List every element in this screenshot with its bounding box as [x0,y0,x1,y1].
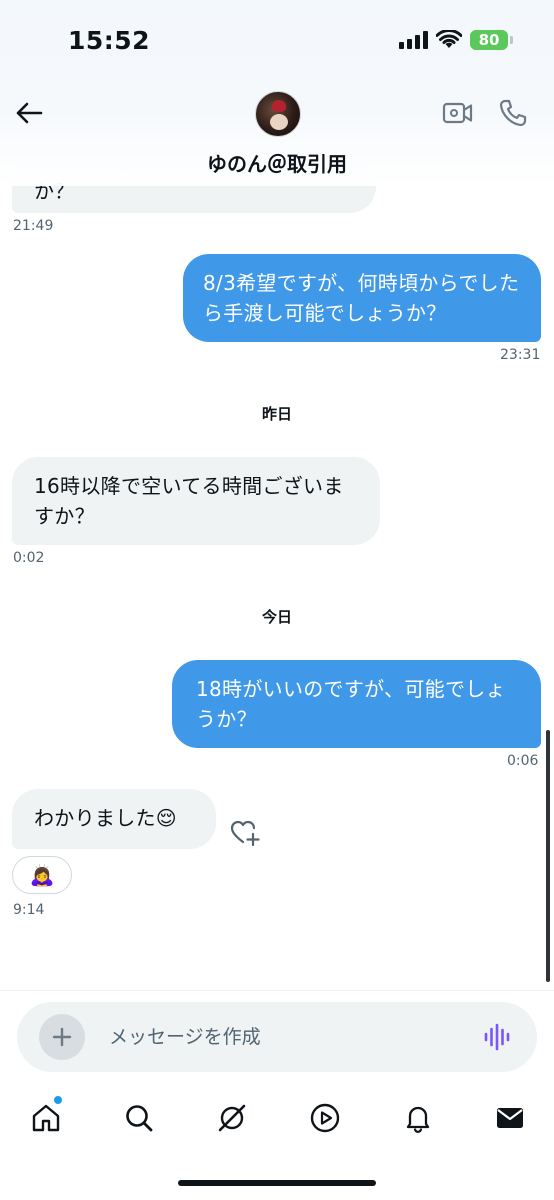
phone-icon [499,99,527,127]
contact-name[interactable]: ゆのん＠取引用 [0,148,554,177]
status-icons: 80 [399,30,513,50]
video-call-button[interactable] [442,99,474,131]
reaction-emoji: 🙇‍♀️ [29,863,55,887]
search-icon [126,1105,153,1132]
bottom-navigation [0,1088,554,1148]
message-text: 8/3希望ですが、何時頃からでしたら手渡し可能でしょうか？ [203,271,520,325]
battery-level: 80 [478,31,500,49]
plus-icon [52,1027,72,1047]
signal-icon [399,31,428,49]
add-reaction-icon[interactable] [229,818,261,852]
video-icon [310,1103,340,1133]
video-camera-icon [442,102,473,124]
message-bubble-outgoing[interactable]: 18時がいいのですが、可能でしょうか？ [172,660,541,748]
date-separator: 今日 [261,608,292,626]
home-icon [32,1104,60,1132]
message-reaction[interactable]: 🙇‍♀️ [12,856,72,894]
message-timestamp: 0:02 [13,550,45,566]
message-text: 18時がいいのですが、可能でしょうか？ [196,677,506,731]
back-button[interactable] [14,98,44,128]
nav-video[interactable] [307,1100,343,1136]
add-attachment-button[interactable] [39,1014,85,1060]
messages-icon [497,1108,523,1128]
message-input[interactable] [109,1022,449,1052]
nav-messages[interactable] [492,1100,528,1136]
notifications-icon [406,1106,430,1133]
nav-notifications[interactable] [400,1100,436,1136]
message-text: わかりました😌 [34,806,177,830]
arrow-left-icon [16,102,43,124]
grok-icon [218,1104,246,1132]
voice-message-button[interactable] [483,1022,511,1056]
battery-icon: 80 [470,30,513,50]
date-separator: 昨日 [261,405,292,423]
status-time: 15:52 [68,26,151,55]
voice-waveform-icon [484,1023,510,1051]
message-bubble-incoming[interactable]: 16時以降で空いてる時間ございますか？ [12,457,380,545]
header: 15:52 80 ゆのん＠取引用 [0,0,554,186]
message-bubble-outgoing[interactable]: 8/3希望ですが、何時頃からでしたら手渡し可能でしょうか？ [183,254,541,342]
message-timestamp: 0:06 [507,753,539,769]
scrollbar[interactable] [546,730,550,982]
avatar[interactable] [255,91,301,137]
nav-search[interactable] [121,1100,157,1136]
nav-grok[interactable] [214,1100,250,1136]
message-timestamp: 9:14 [13,902,45,918]
nav-home[interactable] [28,1100,64,1136]
message-timestamp: 21:49 [13,218,54,234]
message-text: 16時以降で空いてる時間ございますか？ [34,474,344,528]
voice-call-button[interactable] [498,98,528,132]
home-indicator [178,1180,376,1186]
message-bubble-incoming[interactable]: わかりました😌 [12,789,216,849]
composer-divider [0,990,554,991]
notification-dot [54,1096,62,1104]
message-timestamp: 23:31 [500,347,541,363]
wifi-icon [436,30,462,48]
message-composer [17,1002,537,1072]
